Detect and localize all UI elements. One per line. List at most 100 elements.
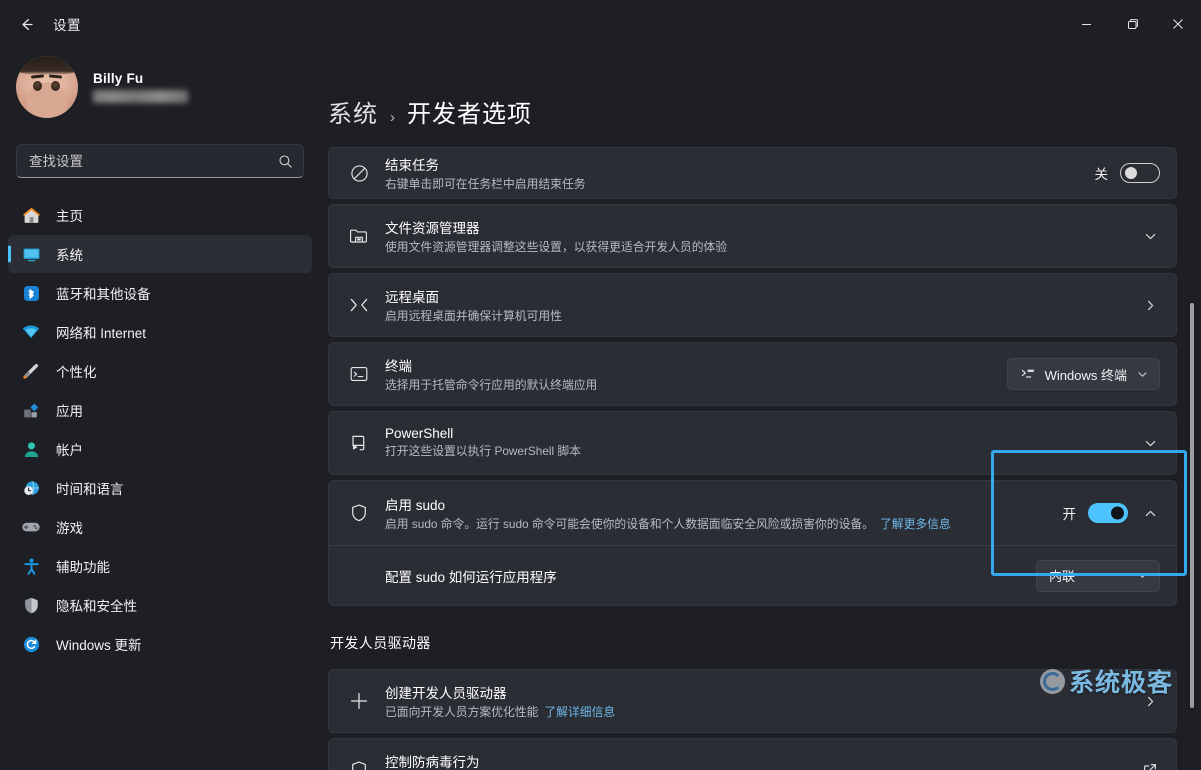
card-description: 已面向开发人员方案优化性能 了解详细信息 xyxy=(385,705,1126,721)
card-remote-desktop[interactable]: 远程桌面 启用远程桌面并确保计算机可用性 xyxy=(328,273,1177,337)
arrow-left-icon xyxy=(21,18,33,30)
external-link-icon[interactable] xyxy=(1140,762,1160,770)
profile-name: Billy Fu xyxy=(93,71,144,86)
card-title: 配置 sudo 如何运行应用程序 xyxy=(385,569,557,585)
sidebar-item-privacy-security[interactable]: 隐私和安全性 xyxy=(8,586,312,624)
prohibition-icon xyxy=(343,163,375,184)
card-title: 终端 xyxy=(385,358,412,374)
sidebar-item-accounts[interactable]: 帐户 xyxy=(8,430,312,468)
sidebar-item-label: 蓝牙和其他设备 xyxy=(56,287,151,302)
card-title: 文件资源管理器 xyxy=(385,220,480,236)
dropdown-value: 内联 xyxy=(1049,569,1076,584)
card-title: 启用 sudo xyxy=(385,497,446,513)
card-description: 打开这些设置以执行 PowerShell 脚本 xyxy=(385,444,581,459)
sidebar-item-label: 辅助功能 xyxy=(56,560,110,575)
user-profile[interactable]: Billy Fu xyxy=(16,52,320,122)
bluetooth-icon xyxy=(20,282,42,304)
breadcrumb: 系统 › 开发者选项 xyxy=(328,48,1177,147)
sidebar-item-accessibility[interactable]: 辅助功能 xyxy=(8,547,312,585)
profile-email-redacted xyxy=(93,90,188,103)
card-description: 启用远程桌面并确保计算机可用性 xyxy=(385,308,562,323)
folder-icon xyxy=(343,225,375,247)
sidebar-item-windows-update[interactable]: Windows 更新 xyxy=(8,625,312,663)
sidebar-nav: 主页 系统 蓝牙和其他设备 网络和 Internet 个性化 应用 帐户 时间和… xyxy=(0,196,320,663)
end-task-toggle[interactable] xyxy=(1120,163,1160,183)
maximize-icon xyxy=(1127,18,1138,29)
remote-desktop-icon xyxy=(343,294,375,316)
chevron-down-icon[interactable] xyxy=(1140,229,1160,244)
close-icon xyxy=(1173,19,1183,29)
account-icon xyxy=(20,438,42,460)
scrollbar-thumb[interactable] xyxy=(1190,303,1194,708)
chevron-down-icon xyxy=(1136,569,1149,582)
sidebar-item-network[interactable]: 网络和 Internet xyxy=(8,313,312,351)
card-antivirus-behavior[interactable]: 控制防病毒行为 控制所有受信任开发者驱动器上的 Microsoft Defend… xyxy=(328,738,1177,770)
card-terminal[interactable]: 终端 选择用于托管命令行应用的默认终端应用 Windows 终端 xyxy=(328,342,1177,406)
update-refresh-icon xyxy=(20,633,42,655)
chevron-right-icon[interactable] xyxy=(1140,298,1160,313)
sidebar-item-label: 游戏 xyxy=(56,521,83,536)
card-description-text: 启用 sudo 命令。运行 sudo 命令可能会使你的设备和个人数据面临安全风险… xyxy=(385,516,874,531)
learn-more-link[interactable]: 了解更多信息 xyxy=(880,517,951,531)
terminal-icon xyxy=(343,363,375,385)
maximize-button[interactable] xyxy=(1109,0,1155,48)
toggle-state-label: 开 xyxy=(1062,507,1077,522)
watermark-text: 系统极客 xyxy=(1068,669,1173,697)
search-icon xyxy=(278,154,293,169)
sidebar-item-home[interactable]: 主页 xyxy=(8,196,312,234)
sidebar-item-label: Windows 更新 xyxy=(56,638,142,653)
close-button[interactable] xyxy=(1155,0,1201,48)
chevron-up-icon[interactable] xyxy=(1140,506,1160,521)
plus-icon xyxy=(343,690,375,712)
card-end-task[interactable]: 结束任务 右键单击即可在任务栏中启用结束任务 关 xyxy=(328,147,1177,199)
terminal-default-dropdown[interactable]: Windows 终端 xyxy=(1006,358,1160,390)
content-scrollbar[interactable] xyxy=(1186,48,1198,770)
sidebar-item-personalization[interactable]: 个性化 xyxy=(8,352,312,390)
card-title: 控制防病毒行为 xyxy=(385,754,480,770)
chevron-down-icon xyxy=(1136,368,1149,381)
sudo-main-row[interactable]: 启用 sudo 启用 sudo 命令。运行 sudo 命令可能会使你的设备和个人… xyxy=(329,481,1176,545)
card-enable-sudo: 启用 sudo 启用 sudo 命令。运行 sudo 命令可能会使你的设备和个人… xyxy=(328,480,1177,606)
shield-icon xyxy=(20,594,42,616)
back-button[interactable] xyxy=(8,6,44,42)
sidebar-item-time-language[interactable]: 时间和语言 xyxy=(8,469,312,507)
wifi-icon xyxy=(20,321,42,343)
card-title: 结束任务 xyxy=(385,157,439,173)
breadcrumb-root[interactable]: 系统 xyxy=(328,94,378,129)
card-file-explorer[interactable]: 文件资源管理器 使用文件资源管理器调整这些设置，以获得更适合开发人员的体验 xyxy=(328,204,1177,268)
card-description-text: 已面向开发人员方案优化性能 xyxy=(385,704,539,719)
sidebar-item-label: 帐户 xyxy=(56,443,83,458)
toggle-state-label: 关 xyxy=(1094,167,1109,182)
sudo-toggle[interactable] xyxy=(1088,503,1128,523)
sidebar-item-label: 时间和语言 xyxy=(56,482,124,497)
sidebar-item-apps[interactable]: 应用 xyxy=(8,391,312,429)
sidebar-item-bluetooth[interactable]: 蓝牙和其他设备 xyxy=(8,274,312,312)
caption-buttons xyxy=(1063,0,1201,48)
shield-icon xyxy=(343,759,375,770)
home-icon xyxy=(20,204,42,226)
sidebar-item-label: 应用 xyxy=(56,404,83,419)
search-container xyxy=(16,144,304,178)
card-title: 创建开发人员驱动器 xyxy=(385,685,507,701)
gamepad-icon xyxy=(20,516,42,538)
sudo-config-row[interactable]: 配置 sudo 如何运行应用程序 内联 xyxy=(329,545,1176,605)
sidebar-item-system[interactable]: 系统 xyxy=(8,235,312,273)
watermark: 系统极客 xyxy=(1039,663,1173,699)
learn-more-link[interactable]: 了解详细信息 xyxy=(544,705,615,719)
content-area: 系统 › 开发者选项 结束任务 右键单击即可在任务栏中启用结束任务 关 文件资源… xyxy=(320,48,1201,770)
title-bar: 设置 xyxy=(0,0,1201,48)
minimize-button[interactable] xyxy=(1063,0,1109,48)
clock-globe-icon xyxy=(20,477,42,499)
chevron-down-icon[interactable] xyxy=(1140,436,1160,451)
sidebar: Billy Fu 查找设置 主页 系统 蓝牙和其他设备 网络和 Internet… xyxy=(0,48,320,770)
card-description: 选择用于托管命令行应用的默认终端应用 xyxy=(385,377,598,392)
sudo-mode-dropdown[interactable]: 内联 xyxy=(1036,559,1160,592)
card-description: 右键单击即可在任务栏中启用结束任务 xyxy=(385,176,586,191)
avatar xyxy=(16,56,78,118)
card-description: 启用 sudo 命令。运行 sudo 命令可能会使你的设备和个人数据面临安全风险… xyxy=(385,517,1049,533)
card-powershell[interactable]: PowerShell 打开这些设置以执行 PowerShell 脚本 xyxy=(328,411,1177,475)
page-title: 开发者选项 xyxy=(407,101,532,128)
search-input[interactable] xyxy=(29,153,278,169)
sidebar-item-gaming[interactable]: 游戏 xyxy=(8,508,312,546)
terminal-prompt-icon xyxy=(1020,366,1036,382)
